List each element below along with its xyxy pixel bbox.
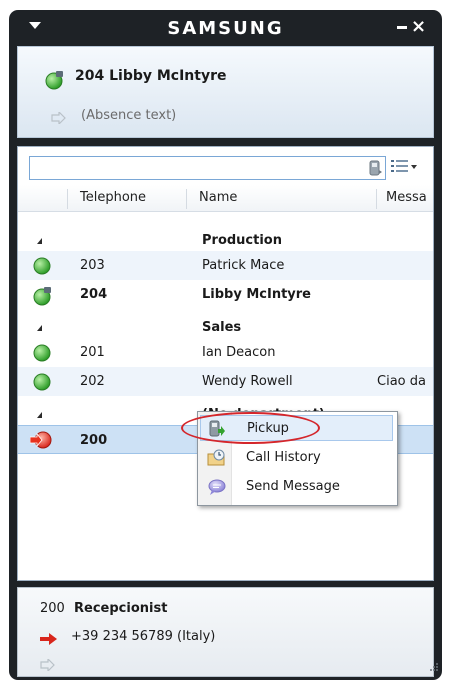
send-message-icon [208, 479, 226, 495]
menu-item-label: Pickup [247, 421, 289, 436]
contact-name: Ian Deacon [202, 345, 276, 360]
resize-grip-icon[interactable] [429, 662, 439, 672]
menu-item-call-history[interactable]: Call History [200, 445, 393, 471]
minimize-button[interactable] [397, 26, 407, 29]
incoming-call-arrow-icon [40, 633, 57, 645]
caller-extension: 200 [40, 601, 65, 616]
chevron-down-icon[interactable] [411, 165, 417, 169]
ringing-call-icon [30, 431, 52, 449]
contact-phone: 203 [80, 258, 105, 273]
brand-logo: SAMSUNG [167, 18, 284, 39]
caller-number: +39 234 56789 (Italy) [71, 629, 216, 644]
presence-available-self-icon [33, 287, 51, 306]
column-separator[interactable] [376, 189, 377, 209]
collapse-icon[interactable] [37, 325, 42, 331]
contact-row[interactable]: 204 Libby McIntyre [18, 280, 433, 309]
contact-name: Libby McIntyre [202, 287, 312, 302]
column-header-name[interactable]: Name [199, 185, 237, 211]
contact-phone: 204 [80, 287, 108, 302]
contact-phone: 202 [80, 374, 105, 389]
menu-item-label: Call History [246, 450, 321, 465]
forward-icon[interactable] [51, 112, 67, 124]
view-options-icon[interactable] [391, 159, 409, 173]
title-bar: SAMSUNG × [9, 10, 442, 46]
column-header-row: Telephone Name Messa [18, 185, 433, 212]
column-separator[interactable] [186, 189, 187, 209]
call-history-icon [207, 449, 225, 466]
contacts-panel: Telephone Name Messa Production 203 Patr… [17, 146, 434, 581]
contact-phone: 201 [80, 345, 105, 360]
menu-item-send-message[interactable]: Send Message [200, 474, 393, 500]
menu-item-pickup[interactable]: Pickup [200, 415, 393, 441]
contact-name: Wendy Rowell [202, 374, 293, 389]
presence-available-icon [33, 344, 51, 362]
collapse-icon[interactable] [37, 412, 42, 418]
collapse-icon[interactable] [37, 238, 42, 244]
app-window: SAMSUNG × 204 Libby McIntyre (Absence te… [9, 10, 442, 680]
contact-row[interactable]: 202 Wendy Rowell Ciao da [18, 367, 433, 396]
phone-pickup-icon [209, 420, 225, 437]
column-header-message[interactable]: Messa [386, 185, 427, 211]
contact-row[interactable]: 201 Ian Deacon [18, 338, 433, 367]
search-input[interactable] [29, 156, 386, 180]
contact-message: Ciao da [377, 374, 426, 389]
menu-item-label: Send Message [246, 479, 340, 494]
contact-row[interactable]: 203 Patrick Mace [18, 251, 433, 280]
call-info-panel: 200 Recepcionist +39 234 56789 (Italy) [17, 587, 434, 677]
column-separator[interactable] [67, 189, 68, 209]
phone-filter-icon[interactable] [369, 160, 383, 176]
presence-available-icon[interactable] [45, 70, 65, 90]
contact-name: Patrick Mace [202, 258, 285, 273]
caller-name: Recepcionist [74, 601, 168, 616]
presence-available-icon [33, 373, 51, 391]
column-header-telephone[interactable]: Telephone [80, 185, 146, 211]
context-menu: Pickup Call History Send Message [197, 411, 398, 506]
own-extension-name: 204 Libby McIntyre [75, 68, 227, 84]
contact-phone: 200 [80, 433, 108, 448]
own-status-panel: 204 Libby McIntyre (Absence text) [17, 46, 434, 138]
close-button[interactable]: × [411, 17, 426, 37]
presence-available-icon [33, 257, 51, 275]
forward-icon[interactable] [40, 659, 56, 671]
absence-text[interactable]: (Absence text) [81, 108, 176, 123]
